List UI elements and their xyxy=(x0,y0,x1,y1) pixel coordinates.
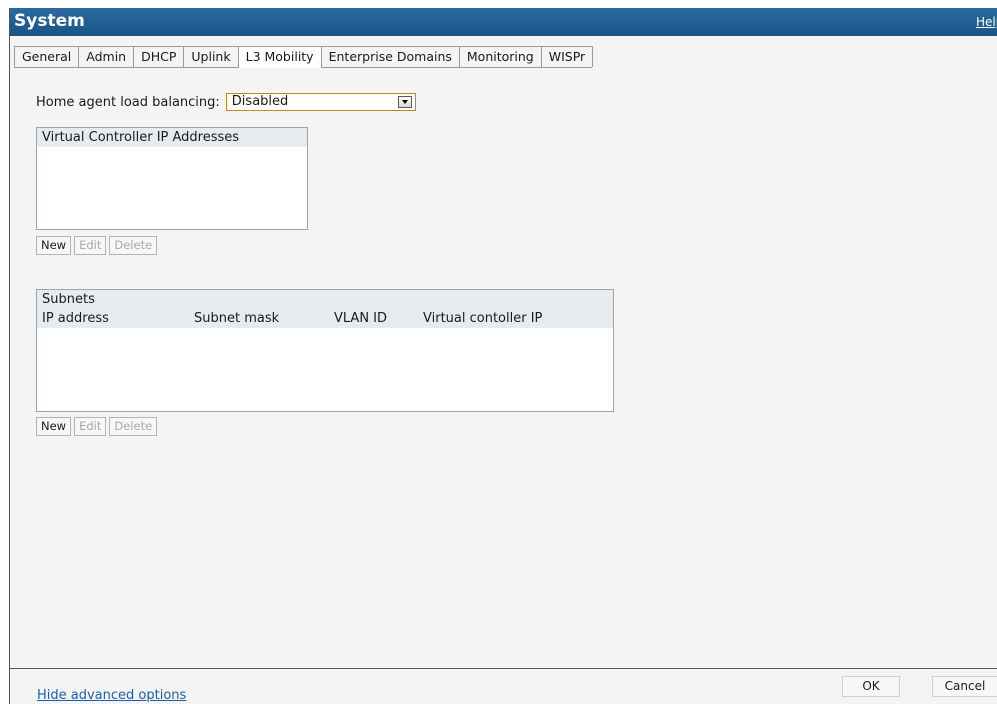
tab-monitoring[interactable]: Monitoring xyxy=(458,46,542,67)
home-agent-label: Home agent load balancing: xyxy=(36,94,220,110)
system-dialog: System Help General Admin DHCP Uplink L3… xyxy=(9,8,997,704)
home-agent-row: Home agent load balancing: Disabled xyxy=(36,92,416,112)
subnets-column-headers: IP address Subnet mask VLAN ID Virtual c… xyxy=(37,309,613,328)
tab-l3-mobility[interactable]: L3 Mobility xyxy=(237,46,322,68)
vc-button-group: New Edit Delete xyxy=(36,236,158,255)
tab-dhcp[interactable]: DHCP xyxy=(133,46,185,67)
ok-button[interactable]: OK xyxy=(842,676,900,697)
vc-new-button[interactable]: New xyxy=(36,236,72,255)
vc-table-header: Virtual Controller IP Addresses xyxy=(37,128,307,147)
subnets-table: Subnets IP address Subnet mask VLAN ID V… xyxy=(36,289,614,412)
subnets-new-button[interactable]: New xyxy=(36,417,72,436)
help-link[interactable]: Help xyxy=(976,15,997,29)
tab-general[interactable]: General xyxy=(14,46,80,67)
virtual-controller-ip-table: Virtual Controller IP Addresses xyxy=(36,127,308,230)
subnets-delete-button[interactable]: Delete xyxy=(109,417,158,436)
subnets-button-group: New Edit Delete xyxy=(36,417,158,436)
dropdown-arrow-icon[interactable] xyxy=(397,96,412,108)
tab-wispr[interactable]: WISPr xyxy=(540,46,594,67)
subnets-table-title: Subnets xyxy=(37,290,613,309)
vc-edit-button[interactable]: Edit xyxy=(74,236,107,255)
vc-delete-button[interactable]: Delete xyxy=(109,236,158,255)
tab-admin[interactable]: Admin xyxy=(78,46,135,67)
subnets-edit-button[interactable]: Edit xyxy=(74,417,107,436)
tab-uplink[interactable]: Uplink xyxy=(183,46,239,67)
cancel-button[interactable]: Cancel xyxy=(932,676,997,697)
col-subnet-mask: Subnet mask xyxy=(194,311,280,326)
col-vlan-id: VLAN ID xyxy=(334,311,388,326)
col-virtual-controller-ip: Virtual contoller IP xyxy=(423,311,543,326)
tab-bar: General Admin DHCP Uplink L3 Mobility En… xyxy=(14,46,594,68)
dialog-title: System xyxy=(14,11,85,31)
hide-advanced-options-link[interactable]: Hide advanced options xyxy=(37,688,186,703)
footer-divider xyxy=(10,668,997,669)
home-agent-selected-value: Disabled xyxy=(231,94,289,109)
col-ip-address: IP address xyxy=(42,311,109,326)
home-agent-select[interactable]: Disabled xyxy=(225,93,416,111)
tab-enterprise-domains[interactable]: Enterprise Domains xyxy=(320,46,460,67)
title-bar: System Help xyxy=(10,8,997,36)
